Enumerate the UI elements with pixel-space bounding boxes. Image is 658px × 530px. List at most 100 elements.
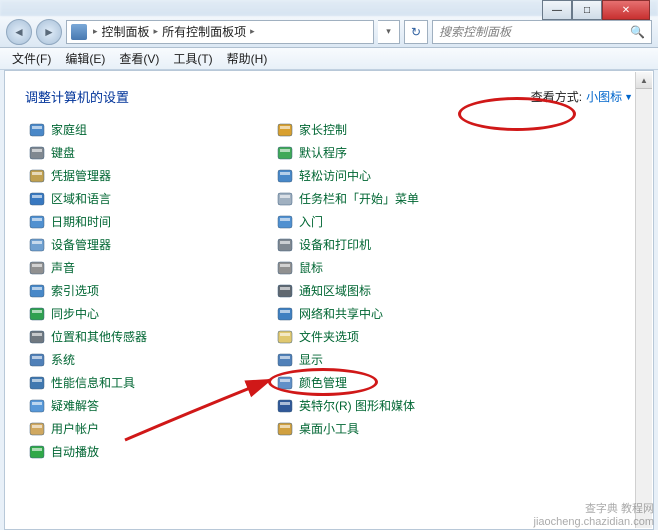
cp-item-indexing[interactable]: 索引选项	[25, 279, 273, 302]
menu-view[interactable]: 查看(V)	[113, 48, 165, 69]
cp-item-label: 索引选项	[51, 282, 99, 299]
cp-item-folder-options[interactable]: 文件夹选项	[273, 325, 521, 348]
autoplay-icon	[29, 444, 45, 460]
performance-icon	[29, 375, 45, 391]
parental-controls-icon	[277, 122, 293, 138]
page-title: 调整计算机的设置	[25, 87, 129, 106]
cp-item-label: 用户帐户	[51, 420, 99, 437]
color-management-icon	[277, 375, 293, 391]
window-title-buttons: — □ ✕	[542, 0, 650, 20]
chevron-right-icon: ▸	[248, 26, 257, 37]
mouse-icon	[277, 260, 293, 276]
system-icon	[29, 352, 45, 368]
cp-item-taskbar-start[interactable]: 任务栏和「开始」菜单	[273, 187, 521, 210]
ease-of-access-icon	[277, 168, 293, 184]
cp-item-getting-started[interactable]: 入门	[273, 210, 521, 233]
content-area: 调整计算机的设置 查看方式: 小图标 ▼ 家庭组键盘凭据管理器区域和语言日期和时…	[4, 70, 654, 530]
date-time-icon	[29, 214, 45, 230]
notification-icons-icon	[277, 283, 293, 299]
cp-item-label: 设备管理器	[51, 236, 111, 253]
cp-item-sound[interactable]: 声音	[25, 256, 273, 279]
address-bar[interactable]: ▸ 控制面板 ▸ 所有控制面板项 ▸	[66, 20, 374, 44]
menu-tools[interactable]: 工具(T)	[167, 48, 218, 69]
cp-item-sync-center[interactable]: 同步中心	[25, 302, 273, 325]
search-icon[interactable]: 🔍	[630, 25, 645, 39]
cp-item-default-programs[interactable]: 默认程序	[273, 141, 521, 164]
cp-item-devices-printers[interactable]: 设备和打印机	[273, 233, 521, 256]
back-button[interactable]: ◄	[6, 19, 32, 45]
devices-printers-icon	[277, 237, 293, 253]
menu-help[interactable]: 帮助(H)	[221, 48, 274, 69]
user-accounts-icon	[29, 421, 45, 437]
breadcrumb-sub[interactable]: 所有控制面板项	[160, 23, 248, 40]
cp-item-label: 疑难解答	[51, 397, 99, 414]
cp-item-ease-of-access[interactable]: 轻松访问中心	[273, 164, 521, 187]
cp-item-autoplay[interactable]: 自动播放	[25, 440, 273, 463]
cp-item-color-management[interactable]: 颜色管理	[273, 371, 521, 394]
maximize-button[interactable]: □	[572, 0, 602, 20]
cp-item-label: 性能信息和工具	[51, 374, 135, 391]
cp-item-label: 系统	[51, 351, 75, 368]
history-dropdown[interactable]: ▾	[378, 20, 400, 44]
cp-item-label: 日期和时间	[51, 213, 111, 230]
cp-item-label: 键盘	[51, 144, 75, 161]
cp-item-troubleshoot[interactable]: 疑难解答	[25, 394, 273, 417]
view-label: 查看方式:	[531, 88, 582, 105]
cp-item-label: 网络和共享中心	[299, 305, 383, 322]
folder-options-icon	[277, 329, 293, 345]
cp-item-label: 入门	[299, 213, 323, 230]
cp-item-label: 显示	[299, 351, 323, 368]
cp-item-label: 同步中心	[51, 305, 99, 322]
close-button[interactable]: ✕	[602, 0, 650, 20]
vertical-scrollbar[interactable]: ▲	[635, 72, 652, 528]
cp-item-label: 任务栏和「开始」菜单	[299, 190, 419, 207]
cp-item-mouse[interactable]: 鼠标	[273, 256, 521, 279]
view-selector: 查看方式: 小图标 ▼	[531, 88, 633, 105]
view-mode-link[interactable]: 小图标 ▼	[586, 88, 633, 105]
items-column-right: 家长控制默认程序轻松访问中心任务栏和「开始」菜单入门设备和打印机鼠标通知区域图标…	[273, 118, 521, 463]
cp-item-label: 颜色管理	[299, 374, 347, 391]
cp-item-label: 家庭组	[51, 121, 87, 138]
cp-item-label: 轻松访问中心	[299, 167, 371, 184]
getting-started-icon	[277, 214, 293, 230]
menu-file[interactable]: 文件(F)	[6, 48, 57, 69]
cp-item-label: 文件夹选项	[299, 328, 359, 345]
menu-edit[interactable]: 编辑(E)	[59, 48, 111, 69]
cp-item-user-accounts[interactable]: 用户帐户	[25, 417, 273, 440]
network-sharing-icon	[277, 306, 293, 322]
cp-item-system[interactable]: 系统	[25, 348, 273, 371]
cp-item-parental-controls[interactable]: 家长控制	[273, 118, 521, 141]
minimize-button[interactable]: —	[542, 0, 572, 20]
cp-item-intel-graphics[interactable]: 英特尔(R) 图形和媒体	[273, 394, 521, 417]
cp-item-desktop-gadgets[interactable]: 桌面小工具	[273, 417, 521, 440]
cp-item-notification-icons[interactable]: 通知区域图标	[273, 279, 521, 302]
cp-item-location-sensors[interactable]: 位置和其他传感器	[25, 325, 273, 348]
cp-item-keyboard[interactable]: 键盘	[25, 141, 273, 164]
cp-item-region-language[interactable]: 区域和语言	[25, 187, 273, 210]
control-panel-icon	[71, 24, 87, 40]
cp-item-credential-manager[interactable]: 凭据管理器	[25, 164, 273, 187]
scroll-up-button[interactable]: ▲	[636, 72, 652, 89]
cp-item-label: 位置和其他传感器	[51, 328, 147, 345]
cp-item-date-time[interactable]: 日期和时间	[25, 210, 273, 233]
cp-item-home-group[interactable]: 家庭组	[25, 118, 273, 141]
cp-item-label: 鼠标	[299, 259, 323, 276]
search-placeholder: 搜索控制面板	[439, 23, 511, 40]
search-input[interactable]: 搜索控制面板 🔍	[432, 20, 652, 44]
breadcrumb-root[interactable]: 控制面板	[100, 23, 152, 40]
cp-item-label: 桌面小工具	[299, 420, 359, 437]
cp-item-label: 自动播放	[51, 443, 99, 460]
forward-button[interactable]: ►	[36, 19, 62, 45]
default-programs-icon	[277, 145, 293, 161]
cp-item-display[interactable]: 显示	[273, 348, 521, 371]
region-language-icon	[29, 191, 45, 207]
cp-item-label: 凭据管理器	[51, 167, 111, 184]
refresh-button[interactable]: ↻	[404, 20, 428, 44]
cp-item-performance[interactable]: 性能信息和工具	[25, 371, 273, 394]
cp-item-network-sharing[interactable]: 网络和共享中心	[273, 302, 521, 325]
dropdown-arrow-icon: ▼	[624, 92, 633, 102]
display-icon	[277, 352, 293, 368]
chevron-right-icon: ▸	[91, 26, 100, 37]
cp-item-device-manager[interactable]: 设备管理器	[25, 233, 273, 256]
intel-graphics-icon	[277, 398, 293, 414]
